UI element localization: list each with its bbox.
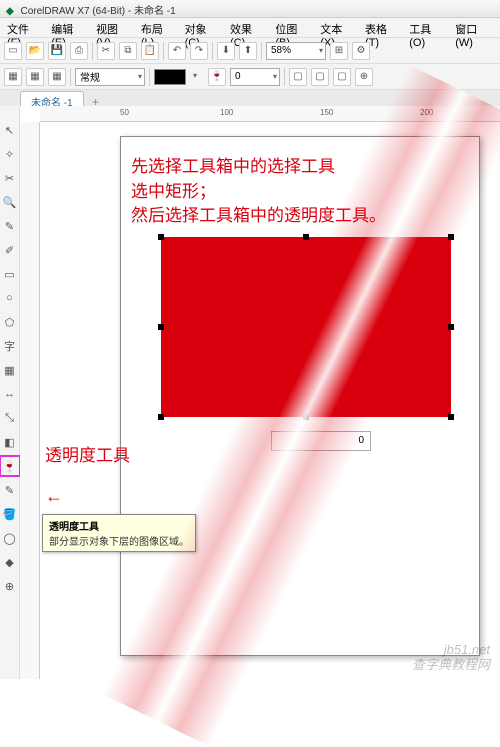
crop-tool[interactable]: ✂ bbox=[2, 170, 18, 186]
smart-tool[interactable]: ✐ bbox=[2, 242, 18, 258]
red-rectangle[interactable] bbox=[161, 237, 451, 417]
handle-tl[interactable] bbox=[158, 234, 164, 240]
more-tool[interactable]: ⊕ bbox=[2, 578, 18, 594]
paste-button[interactable]: 📋 bbox=[141, 42, 159, 60]
menu-table[interactable]: 表格(T) bbox=[362, 20, 402, 35]
separator bbox=[92, 42, 93, 60]
style-combo[interactable]: 常规 bbox=[75, 68, 145, 86]
arrow-icon: ← bbox=[45, 486, 63, 507]
menu-window[interactable]: 窗口(W) bbox=[452, 20, 496, 35]
menu-object[interactable]: 对象(C) bbox=[182, 20, 223, 35]
prop-btn-1[interactable]: ▦ bbox=[4, 68, 22, 86]
app-icon: ◆ bbox=[6, 6, 14, 17]
snap-button[interactable]: ⊞ bbox=[330, 42, 348, 60]
menu-file[interactable]: 文件(F) bbox=[4, 20, 44, 35]
prop-btn-5[interactable]: ▢ bbox=[311, 68, 329, 86]
export-button[interactable]: ⬆ bbox=[239, 42, 257, 60]
copy-button[interactable]: ⧉ bbox=[119, 42, 137, 60]
page: 先选择工具箱中的选择工具 选中矩形； 然后选择工具箱中的透明度工具。 0 bbox=[120, 136, 480, 656]
open-button[interactable]: 📂 bbox=[26, 42, 44, 60]
menu-bitmap[interactable]: 位图(B) bbox=[272, 20, 313, 35]
separator bbox=[70, 68, 71, 86]
freehand-tool[interactable]: ✎ bbox=[2, 218, 18, 234]
annotation-text: 先选择工具箱中的选择工具 选中矩形； 然后选择工具箱中的透明度工具。 bbox=[131, 155, 386, 229]
menu-text[interactable]: 文本(X) bbox=[317, 20, 358, 35]
prop-btn-3[interactable]: ▦ bbox=[48, 68, 66, 86]
toolbar-property: ▦ ▦ ▦ 常规 🍷 0 ▢ ▢ ▢ ⊕ bbox=[0, 64, 500, 90]
menu-tools[interactable]: 工具(O) bbox=[406, 20, 448, 35]
trans-value[interactable]: 0 bbox=[230, 68, 280, 86]
separator bbox=[212, 42, 213, 60]
table-tool[interactable]: ▦ bbox=[2, 362, 18, 378]
tooltip-desc: 部分显示对象下层的图像区域。 bbox=[49, 533, 189, 548]
import-button[interactable]: ⬇ bbox=[217, 42, 235, 60]
print-button[interactable]: ⎙ bbox=[70, 42, 88, 60]
new-button[interactable]: ▭ bbox=[4, 42, 22, 60]
separator bbox=[284, 68, 285, 86]
menu-bar: 文件(F) 编辑(E) 视图(V) 布局(L) 对象(C) 效果(C) 位图(B… bbox=[0, 18, 500, 38]
prop-btn-4[interactable]: ▢ bbox=[289, 68, 307, 86]
cut-button[interactable]: ✂ bbox=[97, 42, 115, 60]
interactive-fill-tool[interactable]: ◆ bbox=[2, 554, 18, 570]
value-input[interactable]: 0 bbox=[271, 431, 371, 451]
menu-effects[interactable]: 效果(C) bbox=[227, 20, 268, 35]
connector-tool[interactable]: ⤡ bbox=[2, 410, 18, 426]
pick-tool[interactable]: ↖ bbox=[2, 122, 18, 138]
tool-tooltip: 透明度工具 部分显示对象下层的图像区域。 bbox=[42, 514, 196, 552]
handle-br[interactable] bbox=[448, 414, 454, 420]
menu-layout[interactable]: 布局(L) bbox=[138, 20, 178, 35]
fill-tool[interactable]: 🪣 bbox=[2, 506, 18, 522]
eyedropper-tool[interactable]: ✎ bbox=[2, 482, 18, 498]
ruler-horizontal: 50 100 150 200 bbox=[40, 106, 500, 122]
options-button[interactable]: ⚙ bbox=[352, 42, 370, 60]
prop-btn-7[interactable]: ⊕ bbox=[355, 68, 373, 86]
handle-tr[interactable] bbox=[448, 234, 454, 240]
polygon-tool[interactable]: ⬠ bbox=[2, 314, 18, 330]
rectangle-tool[interactable]: ▭ bbox=[2, 266, 18, 282]
toolbox: ↖ ✧ ✂ 🔍 ✎ ✐ ▭ ○ ⬠ 字 ▦ ↔ ⤡ ◧ 🍷 ✎ 🪣 ◯ ◆ ⊕ bbox=[0, 106, 20, 679]
menu-edit[interactable]: 编辑(E) bbox=[48, 20, 89, 35]
effects-tool[interactable]: ◧ bbox=[2, 434, 18, 450]
save-button[interactable]: 💾 bbox=[48, 42, 66, 60]
separator bbox=[163, 42, 164, 60]
outline-tool[interactable]: ◯ bbox=[2, 530, 18, 546]
transparency-tool[interactable]: 🍷 bbox=[2, 458, 18, 474]
separator bbox=[261, 42, 262, 60]
ruler-vertical bbox=[20, 122, 40, 679]
doc-name: 未命名 -1 bbox=[134, 6, 176, 17]
zoom-combo[interactable]: 58% bbox=[266, 42, 326, 60]
undo-button[interactable]: ↶ bbox=[168, 42, 186, 60]
tooltip-title: 透明度工具 bbox=[49, 518, 189, 533]
canvas-area[interactable]: 50 100 150 200 先选择工具箱中的选择工具 选中矩形； 然后选择工具… bbox=[20, 106, 500, 679]
workspace: ↖ ✧ ✂ 🔍 ✎ ✐ ▭ ○ ⬠ 字 ▦ ↔ ⤡ ◧ 🍷 ✎ 🪣 ◯ ◆ ⊕ … bbox=[0, 106, 500, 679]
ellipse-tool[interactable]: ○ bbox=[2, 290, 18, 306]
dimension-tool[interactable]: ↔ bbox=[2, 386, 18, 402]
handle-ml[interactable] bbox=[158, 324, 164, 330]
handle-bl[interactable] bbox=[158, 414, 164, 420]
transparency-label: 透明度工具 bbox=[45, 441, 130, 466]
zoom-tool[interactable]: 🔍 bbox=[2, 194, 18, 210]
prop-btn-2[interactable]: ▦ bbox=[26, 68, 44, 86]
title-bar: ◆ CorelDRAW X7 (64-Bit) - 未命名 -1 bbox=[0, 0, 500, 18]
watermark: jb51.net 查字典教程网 bbox=[412, 642, 490, 673]
fill-color-swatch[interactable] bbox=[154, 69, 186, 85]
separator bbox=[149, 68, 150, 86]
shape-tool[interactable]: ✧ bbox=[2, 146, 18, 162]
handle-bm[interactable] bbox=[303, 414, 309, 420]
redo-button[interactable]: ↷ bbox=[190, 42, 208, 60]
handle-mr[interactable] bbox=[448, 324, 454, 330]
app-name: CorelDRAW X7 (64-Bit) bbox=[20, 6, 125, 17]
text-tool[interactable]: 字 bbox=[2, 338, 18, 354]
menu-view[interactable]: 视图(V) bbox=[93, 20, 134, 35]
handle-tm[interactable] bbox=[303, 234, 309, 240]
transparency-icon[interactable]: 🍷 bbox=[208, 68, 226, 86]
prop-btn-6[interactable]: ▢ bbox=[333, 68, 351, 86]
